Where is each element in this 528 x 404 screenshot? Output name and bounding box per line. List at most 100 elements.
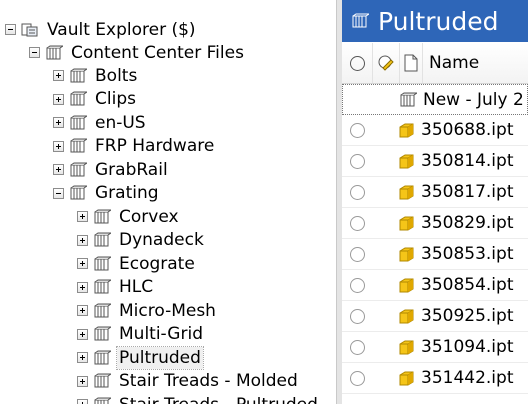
- status-circle-icon: [350, 153, 365, 169]
- part-icon: [397, 152, 415, 170]
- tree-node[interactable]: Corvex: [77, 205, 181, 228]
- expand-toggle[interactable]: [53, 117, 64, 128]
- file-name: 350925.ipt: [421, 306, 514, 326]
- expand-toggle[interactable]: [77, 328, 88, 340]
- part-icon: [397, 214, 415, 232]
- library-icon: [93, 350, 111, 366]
- file-row[interactable]: 350829.ipt: [342, 208, 528, 239]
- expand-toggle[interactable]: [53, 93, 64, 105]
- file-row[interactable]: 350817.ipt: [342, 177, 528, 208]
- expand-toggle[interactable]: [77, 258, 88, 269]
- status-circle-icon: [350, 122, 365, 138]
- tree-node[interactable]: Stair Treads - Pultruded: [77, 393, 320, 404]
- tree-node-label: Pultruded: [116, 345, 204, 370]
- library-icon: [69, 138, 87, 154]
- file-name: 351442.ipt: [421, 368, 514, 388]
- library-icon: [93, 303, 111, 319]
- expand-toggle[interactable]: [77, 281, 88, 293]
- file-name: 350688.ipt: [421, 120, 514, 140]
- library-icon: [69, 68, 87, 84]
- tree-node-label: HLC: [119, 277, 154, 297]
- collapse-toggle[interactable]: [29, 47, 40, 58]
- library-icon: [93, 373, 111, 389]
- file-name: 350854.ipt: [421, 275, 514, 295]
- file-type-column-header[interactable]: [400, 43, 423, 83]
- expand-toggle[interactable]: [77, 375, 88, 387]
- folder-tree: Vault Explorer ($) Content Center Files …: [0, 0, 336, 404]
- tree-node-label: Dynadeck: [119, 230, 204, 250]
- expand-toggle[interactable]: [77, 305, 88, 316]
- status-circle-icon: [350, 184, 365, 200]
- tree-node-vault-explorer[interactable]: Vault Explorer ($): [5, 18, 198, 41]
- tree-node[interactable]: Multi-Grid: [77, 323, 205, 346]
- file-row[interactable]: 350814.ipt: [342, 146, 528, 177]
- status-circle-icon: [350, 339, 365, 355]
- vault-explorer-icon: [21, 22, 39, 38]
- tree-node[interactable]: Micro-Mesh: [77, 299, 218, 322]
- file-row[interactable]: 350854.ipt: [342, 270, 528, 301]
- library-icon: [69, 115, 87, 131]
- file-list-panel: Pultruded Name New - July 2 350688.ipt 350…: [342, 0, 528, 404]
- status-circle-icon: [350, 277, 365, 293]
- library-icon: [45, 45, 63, 61]
- library-icon: [93, 256, 111, 272]
- expand-toggle[interactable]: [53, 70, 64, 81]
- tree-node[interactable]: Pultruded: [77, 345, 204, 370]
- collapse-toggle[interactable]: [53, 187, 64, 199]
- tree-node-label: Stair Treads - Molded: [119, 371, 298, 391]
- panel-title-bar: Pultruded: [342, 0, 528, 42]
- document-icon: [404, 54, 418, 72]
- tree-node-label: en-US: [95, 112, 146, 133]
- status-column-header[interactable]: [342, 43, 373, 83]
- tree-node[interactable]: Bolts: [53, 64, 139, 87]
- tree-node[interactable]: Ecograte: [77, 252, 197, 275]
- tree-node-content-center-files[interactable]: Content Center Files: [29, 41, 246, 64]
- library-icon: [69, 185, 87, 201]
- tree-node[interactable]: FRP Hardware: [53, 135, 216, 158]
- checkout-column-header[interactable]: [373, 43, 400, 83]
- expand-toggle[interactable]: [77, 234, 88, 246]
- status-circle-icon: [350, 308, 365, 324]
- tree-node-label: Ecograte: [119, 253, 195, 274]
- library-icon: [93, 397, 111, 404]
- tree-node[interactable]: Clips: [53, 88, 138, 111]
- tree-node[interactable]: en-US: [53, 111, 148, 134]
- library-icon: [93, 326, 111, 342]
- part-icon: [397, 307, 415, 325]
- part-icon: [397, 276, 415, 294]
- library-icon: [93, 279, 111, 295]
- expand-toggle[interactable]: [77, 352, 88, 363]
- tree-node-label: Bolts: [95, 65, 138, 86]
- tree-node-label: Clips: [95, 89, 136, 109]
- file-row[interactable]: 350925.ipt: [342, 301, 528, 332]
- tree-node-label: GrabRail: [95, 159, 168, 180]
- file-row[interactable]: New - July 2: [342, 84, 528, 115]
- file-name: 350853.ipt: [421, 244, 514, 264]
- column-header: Name: [342, 43, 528, 84]
- file-name: 350814.ipt: [421, 151, 514, 171]
- library-icon: [399, 92, 417, 108]
- file-row[interactable]: 350688.ipt: [342, 115, 528, 146]
- tree-node-label: FRP Hardware: [95, 136, 215, 156]
- status-circle-icon: [350, 215, 365, 231]
- tree-node[interactable]: Dynadeck: [77, 229, 206, 252]
- part-icon: [397, 245, 415, 263]
- expand-toggle[interactable]: [77, 211, 88, 222]
- expand-toggle[interactable]: [53, 140, 64, 152]
- status-circle-icon: [350, 370, 365, 386]
- collapse-toggle[interactable]: [5, 24, 16, 35]
- file-row[interactable]: 351094.ipt: [342, 332, 528, 363]
- file-row[interactable]: 350853.ipt: [342, 239, 528, 270]
- tree-node[interactable]: GrabRail: [53, 158, 170, 181]
- tree-node[interactable]: Grating: [53, 182, 161, 205]
- library-icon: [69, 162, 87, 178]
- tree-node[interactable]: Stair Treads - Molded: [77, 370, 300, 393]
- expand-toggle[interactable]: [77, 399, 88, 404]
- file-row[interactable]: 351442.ipt: [342, 363, 528, 394]
- name-column-header[interactable]: Name: [423, 53, 479, 73]
- expand-toggle[interactable]: [53, 164, 64, 175]
- tree-node[interactable]: HLC: [77, 276, 155, 299]
- tree-node-label: Corvex: [119, 206, 179, 227]
- status-circle-icon: [350, 246, 365, 262]
- library-icon: [69, 91, 87, 107]
